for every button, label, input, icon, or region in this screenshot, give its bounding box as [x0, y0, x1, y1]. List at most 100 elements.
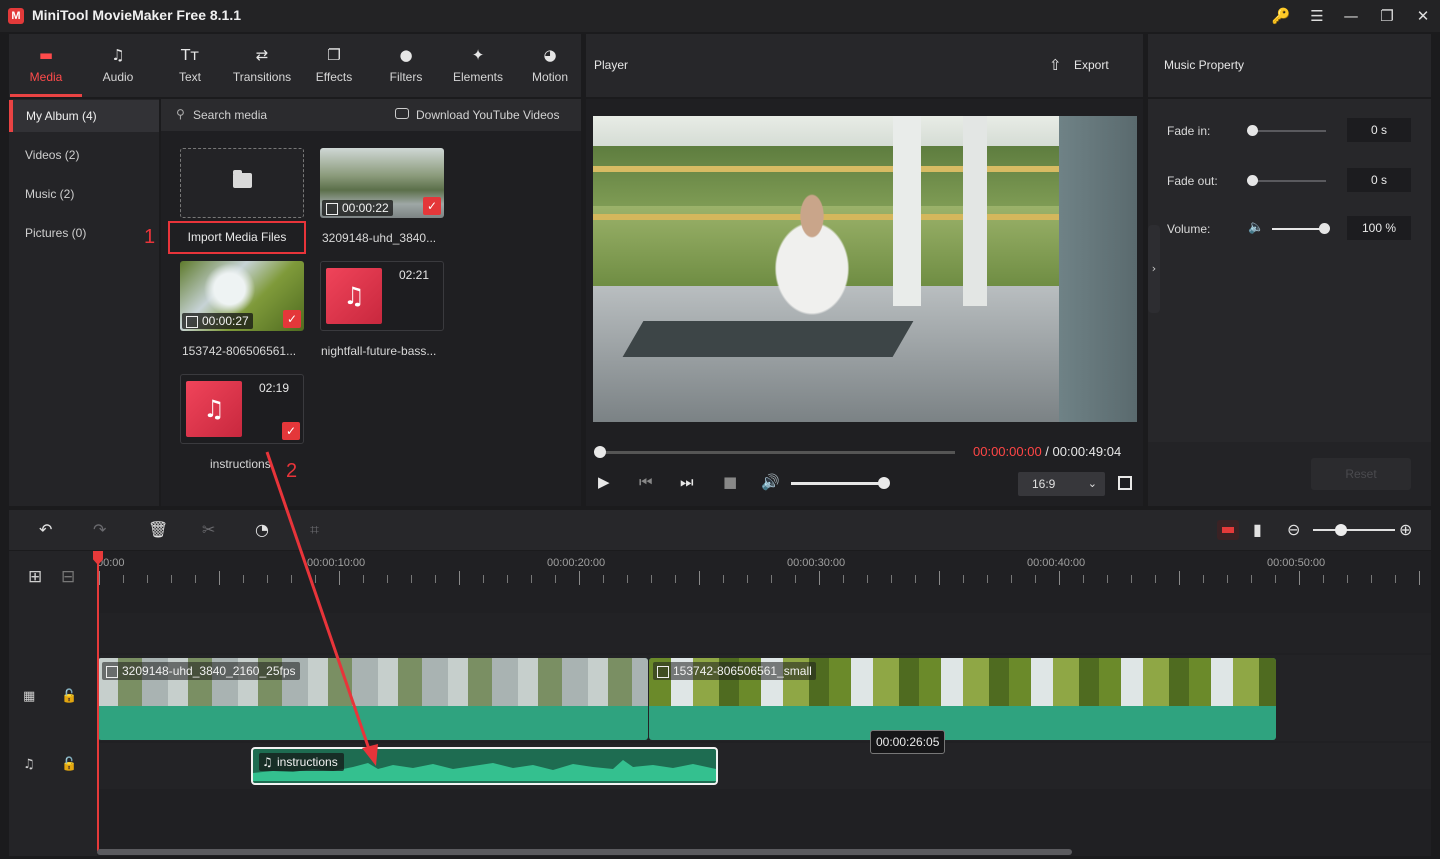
folder-icon [233, 170, 252, 188]
ruler-tick [387, 575, 388, 583]
ruler-tick [171, 575, 172, 583]
ruler-tick [363, 575, 364, 583]
properties-footer: Reset [1148, 442, 1431, 506]
zoom-handle[interactable] [1335, 524, 1347, 536]
media-item-music[interactable]: ♫ 02:21 [320, 261, 444, 331]
timeline-clip-video[interactable]: 153742-806506561_small [649, 658, 1276, 740]
split-screen-icon[interactable] [1217, 520, 1239, 540]
empty-track [97, 613, 1431, 653]
stop-icon[interactable]: ■ [723, 473, 737, 491]
minimize-button[interactable]: — [1338, 4, 1364, 28]
ruler-tick [1371, 575, 1372, 583]
tab-audio[interactable]: ♫ Audio [82, 34, 154, 97]
previous-frame-icon[interactable]: ⏮ [639, 473, 653, 491]
zoom-slider[interactable] [1313, 529, 1395, 531]
lock-icon[interactable]: 🔓 [61, 757, 77, 772]
sidebar-item-videos[interactable]: Videos (2) [9, 139, 159, 171]
lock-icon[interactable]: 🔓 [61, 689, 77, 704]
volume-field[interactable]: 100 % [1347, 216, 1411, 240]
tab-media[interactable]: ▬ Media [10, 34, 82, 97]
volume-handle[interactable] [1319, 223, 1330, 234]
search-input[interactable]: Search media [193, 108, 267, 122]
video-preview[interactable] [593, 116, 1137, 422]
fade-out-field[interactable]: 0 s [1347, 168, 1411, 192]
play-icon[interactable]: ▶ [598, 473, 610, 491]
tab-effects[interactable]: ❐ Effects [298, 34, 370, 97]
chevron-right-icon[interactable]: › [1148, 225, 1160, 313]
tab-motion[interactable]: ◕ Motion [514, 34, 586, 97]
zoom-in-icon[interactable]: ⊕ [1399, 520, 1412, 539]
seek-handle[interactable] [594, 446, 606, 458]
media-item-music[interactable]: ♫ 02:19 ✓ [180, 374, 304, 444]
ruler-tick [1203, 575, 1204, 583]
tab-filters[interactable]: ● Filters [370, 34, 442, 97]
fit-icon[interactable]: ▮ [1253, 520, 1262, 539]
timeline-clip-audio[interactable]: instructions [251, 747, 718, 785]
media-item-name: instructions [210, 457, 271, 471]
key-icon[interactable]: 🔑 [1268, 4, 1294, 28]
fade-in-handle[interactable] [1247, 125, 1258, 136]
preview-pillar [893, 116, 921, 306]
sidebar-item-my-album[interactable]: My Album (4) [9, 100, 159, 132]
ruler-tick [219, 571, 220, 585]
ruler-tick [483, 575, 484, 583]
next-frame-icon[interactable]: ⏭ [680, 473, 694, 491]
sidebar-item-pictures[interactable]: Pictures (0) [9, 217, 159, 249]
tab-label: Motion [531, 70, 569, 84]
search-bar: ⚲ Search media Download YouTube Videos [161, 99, 581, 131]
volume-icon[interactable]: 🔊 [761, 473, 780, 491]
top-tab-bar: ▬ Media ♫ Audio Tт Text ⇄ Transitions ❐ … [9, 34, 581, 97]
aspect-ratio-select[interactable]: 16:9 ⌄ [1018, 472, 1105, 496]
delete-icon[interactable]: 🗑 [148, 520, 168, 539]
ruler-tick [507, 575, 508, 583]
time-ruler[interactable]: 00:00 00:00:10:00 00:00:20:00 00:00:30:0… [97, 551, 1431, 601]
reset-button[interactable]: Reset [1311, 458, 1411, 490]
ruler-tick [531, 575, 532, 583]
fade-in-field[interactable]: 0 s [1347, 118, 1411, 142]
seek-bar[interactable] [598, 451, 955, 454]
media-item-video[interactable]: 00:00:27 ✓ [180, 261, 304, 331]
fade-out-handle[interactable] [1247, 175, 1258, 186]
crop-icon[interactable]: ⌗ [310, 520, 319, 540]
zoom-out-icon[interactable]: ⊖ [1287, 520, 1300, 539]
export-button[interactable]: Export [1074, 58, 1109, 72]
tab-transitions[interactable]: ⇄ Transitions [226, 34, 298, 97]
ruler-tick [795, 575, 796, 583]
fade-in-slider[interactable] [1253, 130, 1326, 132]
tab-text[interactable]: Tт Text [154, 34, 226, 97]
menu-icon[interactable]: ☰ [1304, 4, 1330, 28]
fullscreen-icon[interactable] [1118, 476, 1132, 490]
app-window: M MiniTool MovieMaker Free 8.1.1 🔑 ☰ — ❐… [0, 0, 1440, 859]
close-button[interactable]: ✕ [1410, 4, 1436, 28]
ruler-tick [123, 575, 124, 583]
volume-slider[interactable] [1272, 228, 1326, 230]
player-panel: 00:00:00:00 / 00:00:49:04 ▶ ⏮ ⏭ ■ 🔊 16:9… [586, 99, 1143, 506]
media-item-video[interactable]: 00:00:22 ✓ [320, 148, 444, 218]
add-track-icon[interactable]: ⊞ [28, 567, 42, 587]
sidebar-item-music[interactable]: Music (2) [9, 178, 159, 210]
volume-handle[interactable] [878, 477, 890, 489]
ruler-tick [723, 575, 724, 583]
remove-track-icon[interactable]: ⊟ [61, 567, 75, 587]
import-media-button[interactable]: Import Media Files [168, 221, 306, 254]
export-icon: ⇧ [1049, 56, 1062, 74]
tab-elements[interactable]: ✦ Elements [442, 34, 514, 97]
chevron-down-icon: ⌄ [1087, 477, 1097, 490]
ruler-tick [1083, 575, 1084, 583]
import-media-tile[interactable] [180, 148, 304, 218]
playhead[interactable] [97, 551, 99, 851]
fade-out-slider[interactable] [1253, 180, 1326, 182]
undo-icon[interactable]: ↶ [39, 520, 52, 539]
player-header: Player ⇧ Export [586, 34, 1143, 97]
redo-icon[interactable]: ↷ [93, 520, 106, 539]
speed-icon[interactable]: ◔ [255, 520, 269, 539]
music-note-icon: ♫ [111, 46, 125, 64]
download-youtube-button[interactable]: Download YouTube Videos [416, 108, 559, 122]
horizontal-scrollbar[interactable] [97, 849, 1072, 855]
timeline-clip-video[interactable]: 3209148-uhd_3840_2160_25fps [98, 658, 648, 740]
split-scissors-icon[interactable]: ✂ [202, 520, 215, 539]
app-logo: M [8, 8, 24, 24]
volume-slider[interactable] [791, 482, 883, 485]
maximize-button[interactable]: ❐ [1374, 4, 1400, 28]
timecode: 00:00:00:00 / 00:00:49:04 [973, 444, 1121, 459]
